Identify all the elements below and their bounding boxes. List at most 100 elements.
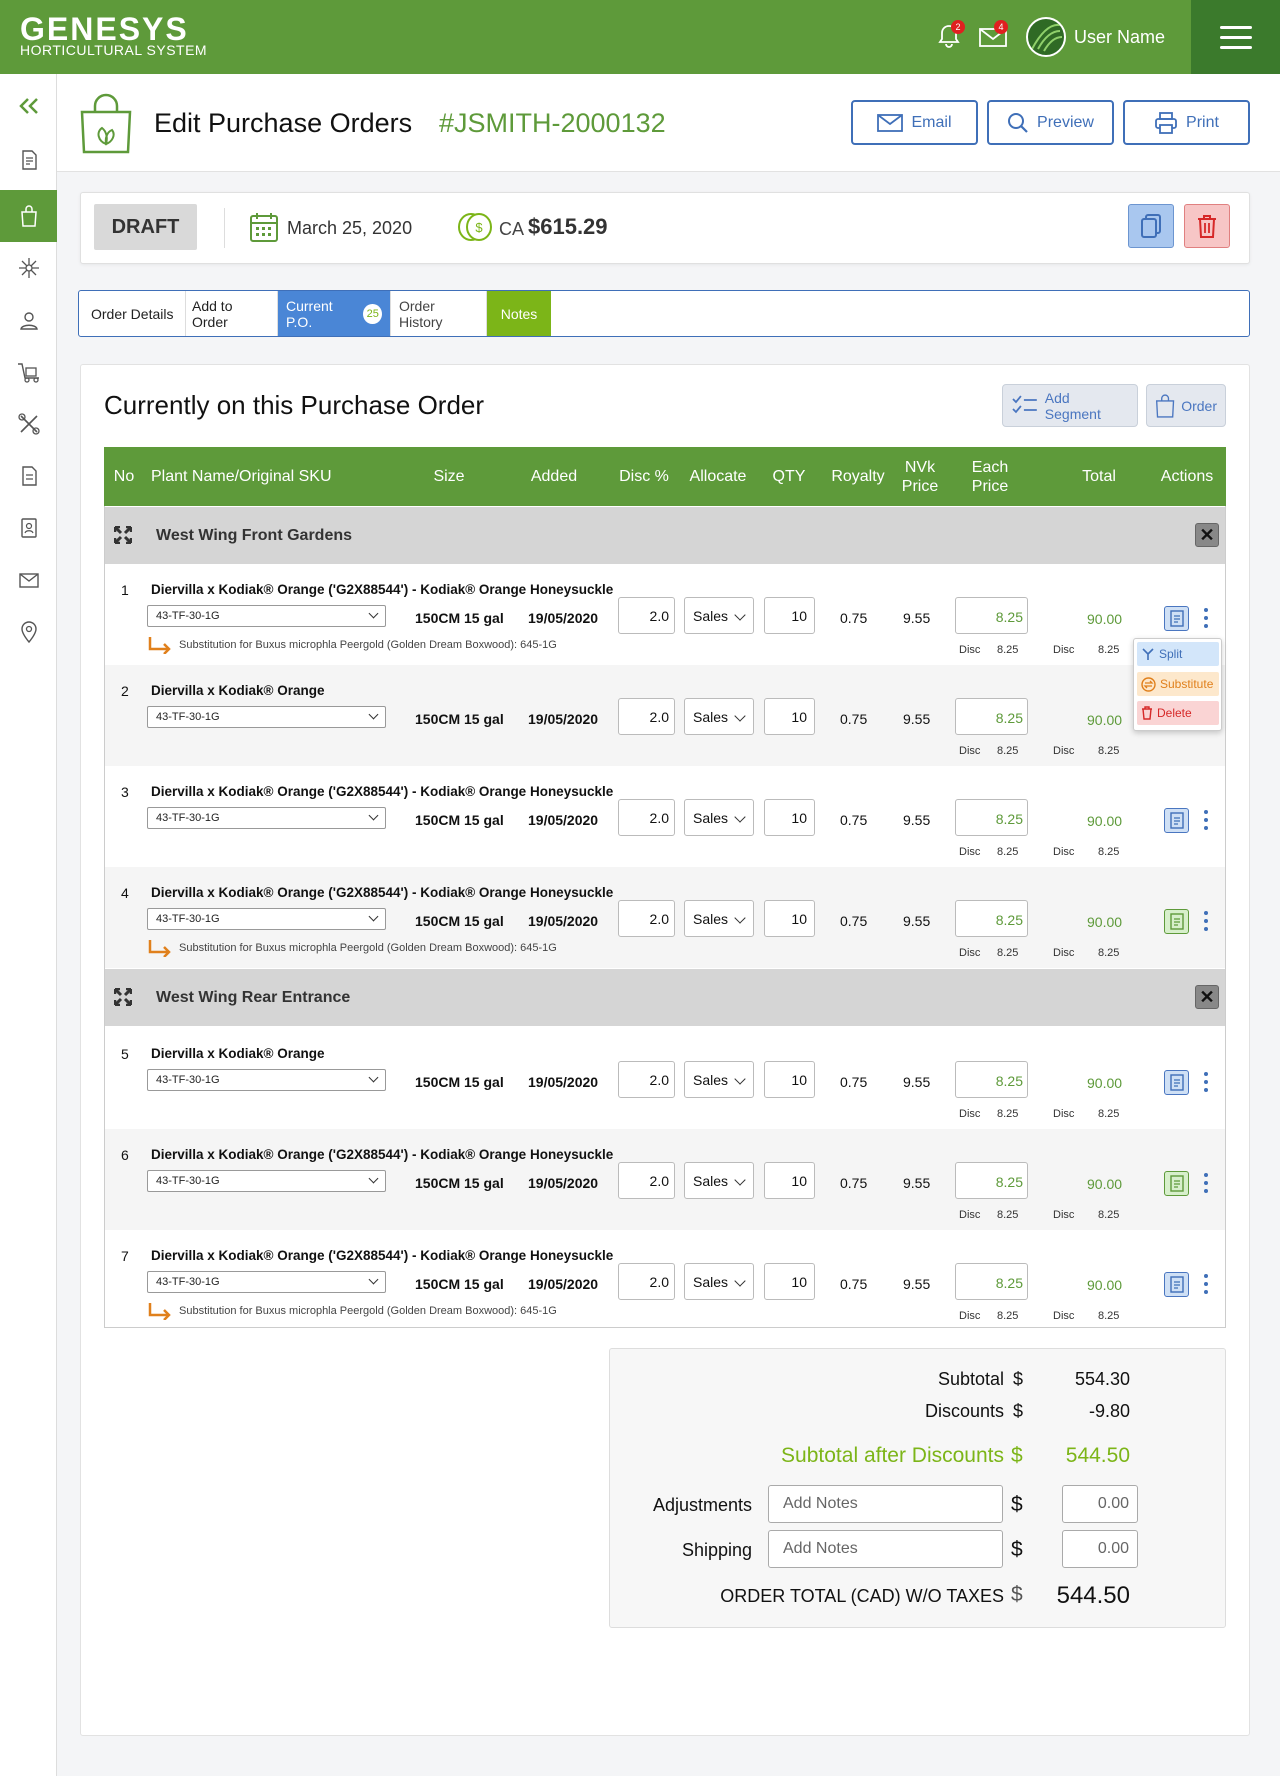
discount-input[interactable]: 2.0 xyxy=(618,900,675,937)
hamburger-menu-button[interactable] xyxy=(1191,0,1280,74)
allocate-select[interactable]: Sales xyxy=(684,1263,754,1300)
add-segment-button[interactable]: Add Segment xyxy=(1002,384,1138,427)
adjustments-amount-input[interactable]: 0.00 xyxy=(1062,1485,1138,1523)
allocate-select[interactable]: Sales xyxy=(684,597,754,634)
messages-envelope-icon[interactable]: 4 xyxy=(978,20,1008,52)
sku-select[interactable]: 43-TF-30-1G xyxy=(147,1170,386,1192)
chevron-down-icon xyxy=(368,608,379,619)
discount-input[interactable]: 2.0 xyxy=(618,1162,675,1199)
notifications-bell-icon[interactable]: 2 xyxy=(935,20,965,52)
each-price-input[interactable]: 8.25 xyxy=(955,799,1028,836)
row-number: 6 xyxy=(121,1147,129,1163)
avatar[interactable] xyxy=(1026,17,1066,57)
sku-select[interactable]: 43-TF-30-1G xyxy=(147,706,386,728)
sidebar-item-mail[interactable] xyxy=(0,554,57,606)
sidebar-item-reports[interactable] xyxy=(0,450,57,502)
print-button[interactable]: Print xyxy=(1123,100,1250,145)
expand-icon[interactable] xyxy=(113,987,133,1011)
more-actions-icon[interactable] xyxy=(1204,1274,1210,1296)
quantity-input[interactable]: 10 xyxy=(764,1061,815,1098)
line-notes-button[interactable] xyxy=(1164,909,1189,934)
allocate-select[interactable]: Sales xyxy=(684,900,754,937)
each-price-input[interactable]: 8.25 xyxy=(955,1162,1028,1199)
sidebar-item-contacts[interactable] xyxy=(0,294,57,346)
sku-select[interactable]: 43-TF-30-1G xyxy=(147,807,386,829)
preview-button-label: Preview xyxy=(1037,113,1094,131)
delete-menu-item[interactable]: Delete xyxy=(1137,701,1219,725)
line-notes-button[interactable] xyxy=(1164,1171,1189,1196)
email-button[interactable]: Email xyxy=(851,100,978,145)
delete-order-button[interactable] xyxy=(1184,204,1230,248)
more-actions-icon[interactable] xyxy=(1204,608,1210,630)
close-segment-button[interactable]: ✕ xyxy=(1195,523,1219,547)
allocate-select[interactable]: Sales xyxy=(684,1061,754,1098)
allocate-select[interactable]: Sales xyxy=(684,698,754,735)
preview-button[interactable]: Preview xyxy=(987,100,1114,145)
line-notes-button[interactable] xyxy=(1164,606,1189,631)
more-actions-icon[interactable] xyxy=(1204,1072,1210,1094)
user-name[interactable]: User Name xyxy=(1074,27,1165,48)
quantity-input[interactable]: 10 xyxy=(764,900,815,937)
sidebar-item-tools[interactable] xyxy=(0,398,57,450)
sku-select[interactable]: 43-TF-30-1G xyxy=(147,1271,386,1293)
line-notes-button[interactable] xyxy=(1164,808,1189,833)
sku-select[interactable]: 43-TF-30-1G xyxy=(147,1069,386,1091)
collapse-sidebar-icon[interactable] xyxy=(0,80,57,132)
disc-total-value: 8.25 xyxy=(1098,1108,1120,1120)
each-price-input[interactable]: 8.25 xyxy=(955,597,1028,634)
page-title: Edit Purchase Orders xyxy=(154,108,413,138)
discount-input[interactable]: 2.0 xyxy=(618,1061,675,1098)
sidebar-item-directory[interactable] xyxy=(0,502,57,554)
allocate-select[interactable]: Sales xyxy=(684,799,754,836)
discount-input[interactable]: 2.0 xyxy=(618,597,675,634)
table-row: 5 Diervilla x Kodiak® Orange 43-TF-30-1G… xyxy=(105,1028,1225,1129)
allocate-select[interactable]: Sales xyxy=(684,1162,754,1199)
chevron-down-icon xyxy=(368,810,379,821)
substitution-arrow-icon xyxy=(148,637,171,654)
tab-order-details[interactable]: Order Details xyxy=(79,291,186,336)
sidebar-item-documents[interactable] xyxy=(0,134,57,186)
quantity-input[interactable]: 10 xyxy=(764,799,815,836)
close-segment-button[interactable]: ✕ xyxy=(1195,985,1219,1009)
quantity-input[interactable]: 10 xyxy=(764,698,815,735)
substitute-menu-item[interactable]: Substitute xyxy=(1137,672,1219,696)
discount-input[interactable]: 2.0 xyxy=(618,1263,675,1300)
each-price-input[interactable]: 8.25 xyxy=(955,1263,1028,1300)
tab-order-history[interactable]: Order History xyxy=(391,291,487,336)
more-actions-icon[interactable] xyxy=(1204,911,1210,933)
royalty-value: 0.75 xyxy=(840,610,868,626)
sku-select[interactable]: 43-TF-30-1G xyxy=(147,605,386,627)
more-actions-icon[interactable] xyxy=(1204,810,1210,832)
disc-label: Disc xyxy=(1053,846,1075,858)
sidebar-item-shipping[interactable] xyxy=(0,346,57,398)
order-button[interactable]: Order xyxy=(1146,384,1226,427)
expand-icon[interactable] xyxy=(113,525,133,549)
tab-current-po[interactable]: Current P.O. 25 xyxy=(278,291,391,336)
line-notes-button[interactable] xyxy=(1164,1272,1189,1297)
each-price-input[interactable]: 8.25 xyxy=(955,1061,1028,1098)
copy-order-button[interactable] xyxy=(1128,204,1174,248)
each-price-input[interactable]: 8.25 xyxy=(955,900,1028,937)
more-actions-icon[interactable] xyxy=(1204,1173,1210,1195)
line-notes-button[interactable] xyxy=(1164,1070,1189,1095)
logo[interactable]: GENESYS HORTICULTURAL SYSTEM xyxy=(20,13,207,58)
shipping-amount-input[interactable]: 0.00 xyxy=(1062,1530,1138,1568)
sidebar-item-purchase-orders[interactable] xyxy=(0,190,57,242)
discount-input[interactable]: 2.0 xyxy=(618,698,675,735)
disc-total-value: 8.25 xyxy=(1098,947,1120,959)
sidebar-item-plants[interactable] xyxy=(0,242,57,294)
shipping-notes-input[interactable]: Add Notes xyxy=(768,1530,1003,1568)
disc-label: Disc xyxy=(959,644,981,656)
sidebar-item-locations[interactable] xyxy=(0,606,57,658)
plant-name: Diervilla x Kodiak® Orange xyxy=(151,1046,325,1061)
split-menu-item[interactable]: Split xyxy=(1137,642,1219,666)
tab-notes[interactable]: Notes xyxy=(487,291,551,336)
sku-select[interactable]: 43-TF-30-1G xyxy=(147,908,386,930)
each-price-input[interactable]: 8.25 xyxy=(955,698,1028,735)
quantity-input[interactable]: 10 xyxy=(764,1162,815,1199)
discount-input[interactable]: 2.0 xyxy=(618,799,675,836)
adjustments-notes-input[interactable]: Add Notes xyxy=(768,1485,1003,1523)
quantity-input[interactable]: 10 xyxy=(764,1263,815,1300)
tab-add-to-order[interactable]: Add to Order xyxy=(186,291,278,336)
quantity-input[interactable]: 10 xyxy=(764,597,815,634)
